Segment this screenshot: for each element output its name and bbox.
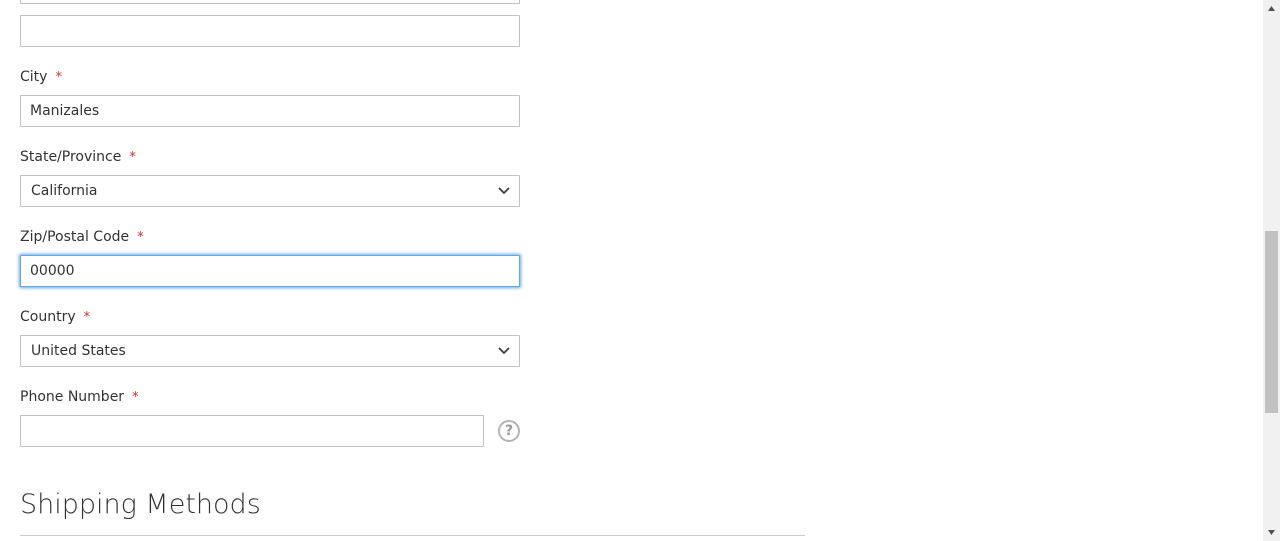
vertical-scrollbar[interactable]	[1263, 0, 1280, 541]
chevron-down-icon	[498, 187, 510, 195]
city-input[interactable]: Manizales	[20, 95, 520, 127]
country-label: Country *	[20, 308, 90, 327]
country-select[interactable]: United States	[20, 335, 520, 367]
zip-label-text: Zip/Postal Code	[20, 229, 130, 245]
required-mark: *	[83, 310, 91, 325]
state-select[interactable]: California	[20, 175, 520, 207]
state-selected-value: California	[31, 183, 98, 199]
question-circle-icon[interactable]: ?	[498, 420, 520, 442]
state-label: State/Province *	[20, 148, 136, 167]
city-label: City *	[20, 68, 62, 87]
arrow-down-icon	[1268, 530, 1275, 535]
phone-label-text: Phone Number	[20, 389, 125, 405]
zip-label: Zip/Postal Code *	[20, 228, 144, 247]
country-selected-value: United States	[31, 343, 126, 359]
city-label-text: City	[20, 69, 48, 85]
country-label-text: Country	[20, 309, 76, 325]
arrow-up-icon	[1268, 6, 1275, 11]
chevron-down-icon	[498, 347, 510, 355]
street-address-line-3-input[interactable]	[20, 15, 520, 47]
phone-input[interactable]	[20, 415, 484, 447]
required-mark: *	[55, 70, 62, 85]
zip-input[interactable]: 00000	[20, 255, 520, 287]
scroll-up-button[interactable]	[1263, 0, 1280, 17]
checkout-page: City * Manizales State/Province * Californ…	[0, 0, 1280, 541]
scroll-thumb[interactable]	[1265, 231, 1278, 413]
required-mark: *	[137, 230, 144, 245]
shipping-methods-divider	[20, 535, 805, 536]
phone-label: Phone Number *	[20, 388, 139, 407]
state-label-text: State/Province	[20, 149, 122, 165]
shipping-methods-title: Shipping Methods	[20, 489, 261, 520]
scroll-down-button[interactable]	[1263, 524, 1280, 541]
required-mark: *	[129, 150, 136, 165]
street-address-line-2-input[interactable]	[20, 0, 520, 4]
required-mark: *	[132, 390, 139, 405]
